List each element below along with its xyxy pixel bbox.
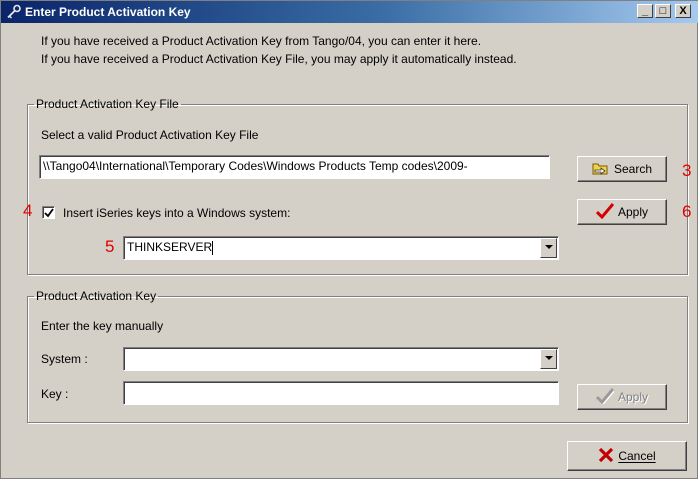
apply-key-file-label: Apply [617, 205, 649, 219]
check-icon [595, 202, 615, 222]
chevron-down-icon [545, 356, 553, 360]
check-icon [595, 387, 616, 407]
checkmark-icon [44, 208, 54, 218]
iseries-system-combo[interactable]: THINKSERVER [123, 236, 559, 260]
close-button[interactable]: X [675, 4, 691, 18]
chevron-down-icon [545, 245, 553, 249]
key-icon [6, 4, 22, 20]
cancel-x-icon [598, 447, 614, 466]
iseries-system-dropdown-button[interactable] [540, 238, 557, 258]
title-bar[interactable]: Enter Product Activation Key _ □ X [1, 1, 698, 23]
annotation-4: 4 [23, 201, 33, 220]
text-caret [212, 240, 214, 255]
maximize-button[interactable]: □ [655, 4, 671, 18]
annotation-6: 6 [682, 202, 692, 221]
apply-key-file-button[interactable]: Apply [577, 199, 667, 225]
apply-manual-key-button[interactable]: Apply [577, 384, 667, 410]
annotation-3: 3 [682, 161, 692, 180]
manual-key-group-legend: Product Activation Key [36, 289, 157, 303]
minimize-button[interactable]: _ [637, 4, 653, 18]
intro-line-1: If you have received a Product Activatio… [41, 34, 482, 48]
system-combo[interactable] [123, 347, 559, 371]
key-file-instruction: Select a valid Product Activation Key Fi… [41, 128, 259, 142]
system-label: System : [41, 352, 88, 366]
system-dropdown-button[interactable] [540, 349, 557, 369]
insert-iseries-label[interactable]: Insert iSeries keys into a Windows syste… [63, 206, 290, 220]
search-button[interactable]: Search [577, 156, 667, 182]
folder-search-icon [592, 161, 610, 178]
cancel-button[interactable]: Cancel [567, 441, 687, 471]
window-title: Enter Product Activation Key [25, 5, 191, 19]
key-input[interactable] [123, 381, 559, 405]
apply-manual-key-label: Apply [617, 390, 649, 404]
annotation-5: 5 [105, 237, 115, 256]
key-file-group-legend: Product Activation Key File [36, 97, 179, 111]
iseries-system-value: THINKSERVER [127, 240, 213, 254]
insert-iseries-checkbox[interactable] [42, 206, 55, 219]
cancel-button-label: Cancel [618, 449, 656, 463]
intro-line-2: If you have received a Product Activatio… [41, 52, 517, 66]
manual-key-instruction: Enter the key manually [41, 319, 164, 333]
key-label: Key : [41, 387, 69, 401]
activation-dialog: Enter Product Activation Key _ □ X If yo… [0, 0, 698, 479]
search-button-label: Search [613, 162, 653, 176]
key-file-path-input[interactable]: \\Tango04\International\Temporary Codes\… [39, 155, 550, 179]
